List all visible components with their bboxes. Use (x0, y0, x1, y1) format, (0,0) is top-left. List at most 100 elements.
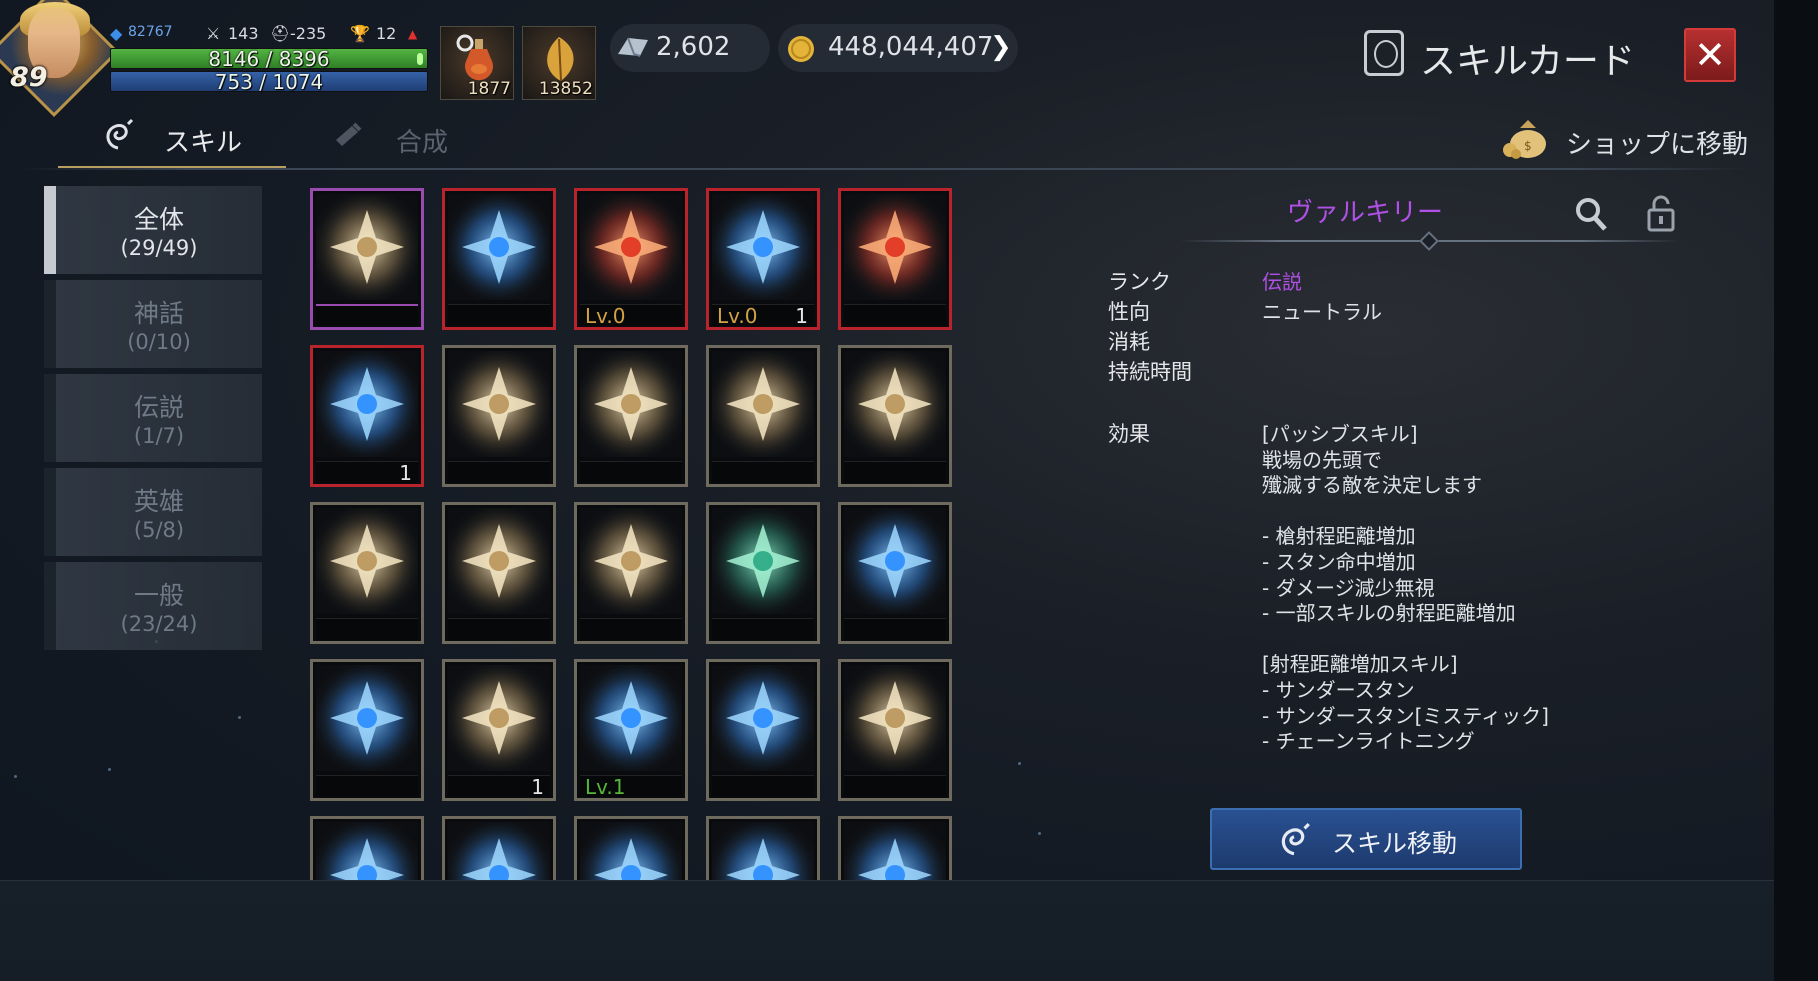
skill-card[interactable] (706, 659, 820, 801)
category-common[interactable]: 一般 (23/24) (44, 562, 262, 650)
spear-burst-icon (844, 665, 946, 771)
skill-card[interactable] (838, 816, 952, 880)
star-circle-icon (448, 665, 550, 771)
red-lightning-fist-icon (580, 194, 682, 300)
skill-card[interactable] (838, 345, 952, 487)
skill-card-footer (580, 618, 682, 640)
rank-value: 伝説 (1262, 270, 1302, 294)
skill-card[interactable] (574, 502, 688, 644)
winged-sword-icon (316, 194, 418, 300)
category-hero[interactable]: 英雄 (5/8) (44, 468, 262, 556)
skill-card[interactable] (574, 345, 688, 487)
tab-bar: スキル 合成 $ ショップに移動 (0, 110, 1774, 170)
window-title-text: スキルカード (1420, 41, 1635, 82)
skill-quantity: 1 (795, 304, 808, 328)
gold-currency[interactable]: 448,044,407 ❯ (778, 24, 1018, 72)
skill-card[interactable] (838, 659, 952, 801)
category-accent (44, 374, 56, 462)
tab-skill[interactable]: スキル (58, 110, 286, 168)
player-avatar[interactable]: 89 (0, 0, 120, 118)
category-legend[interactable]: 伝説 (1/7) (44, 374, 262, 462)
crystal-currency: 2,602 (610, 24, 770, 72)
crystal-icon (614, 34, 652, 64)
blue-shield-icon (580, 822, 682, 880)
skill-card[interactable]: Lv.0 1 (706, 188, 820, 330)
skill-card[interactable] (310, 816, 424, 880)
particle (14, 775, 17, 778)
category-accent (44, 280, 56, 368)
cost-label: 消耗 (1108, 330, 1150, 354)
close-button[interactable]: ✕ (1684, 28, 1736, 82)
category-accent (44, 468, 56, 556)
skill-card[interactable]: Lv.1 (574, 659, 688, 801)
effect-line: 殲滅する敵を決定します (1262, 473, 1482, 498)
skill-card[interactable]: 1 (442, 659, 556, 801)
blue-electric-fist-icon (316, 351, 418, 457)
skill-card[interactable] (442, 816, 556, 880)
skill-card[interactable] (574, 816, 688, 880)
hp-marker (417, 53, 423, 65)
rank-label: ランク (1108, 270, 1171, 294)
skill-card[interactable]: Lv.0 (574, 188, 688, 330)
close-icon: ✕ (1694, 33, 1726, 77)
chevron-right-icon: ❯ (990, 32, 1012, 62)
stat-row: ◆ 82767 ⚔ 143 ⛑ -235 🏆 12 ▲ (110, 24, 440, 44)
hp-potion-slot[interactable]: 1877 (440, 26, 514, 100)
skill-card[interactable]: 1 (310, 345, 424, 487)
skill-card-footer (580, 461, 682, 483)
bottom-band (0, 880, 1774, 981)
defense-value: -235 (290, 24, 327, 43)
tab-divider (20, 168, 1750, 170)
skill-card[interactable] (706, 502, 820, 644)
power-value: 82767 (128, 24, 173, 40)
skill-card[interactable] (706, 345, 820, 487)
skill-card-footer (844, 618, 946, 640)
skill-card[interactable] (310, 502, 424, 644)
category-all[interactable]: 全体 (29/49) (44, 186, 262, 274)
duration-label: 持続時間 (1108, 360, 1192, 384)
search-button[interactable] (1574, 196, 1608, 232)
category-mythic[interactable]: 神話 (0/10) (44, 280, 262, 368)
thunder-orb-icon (580, 665, 682, 771)
category-count: (23/24) (120, 612, 198, 636)
skill-card-footer (844, 461, 946, 483)
blue-ice-warrior-icon (316, 822, 418, 880)
skill-card-footer (448, 304, 550, 326)
trophy-icon: 🏆 (350, 24, 370, 43)
skill-move-button[interactable]: スキル移動 (1210, 808, 1522, 870)
lightning-bolt-icon (580, 351, 682, 457)
category-count: (5/8) (133, 518, 185, 542)
shop-link[interactable]: $ ショップに移動 (1500, 114, 1750, 164)
skill-card[interactable] (706, 816, 820, 880)
skill-card[interactable] (442, 188, 556, 330)
skill-card[interactable] (310, 659, 424, 801)
skill-card[interactable] (838, 188, 952, 330)
player-stats: ◆ 82767 ⚔ 143 ⛑ -235 🏆 12 ▲ 8146 / 8396 … (110, 22, 430, 94)
gold-value: 448,044,407 (828, 32, 994, 62)
alignment-value: ニュートラル (1262, 300, 1382, 324)
category-name: 全体 (133, 205, 184, 234)
skill-card-footer (448, 618, 550, 640)
hp-text: 8146 / 8396 (208, 47, 330, 71)
blue-wing-strike-icon (448, 194, 550, 300)
search-icon (1576, 198, 1607, 231)
tab-synthesis-label: 合成 (396, 128, 449, 158)
dragon-swirl-icon (580, 508, 682, 614)
skill-card[interactable] (442, 502, 556, 644)
alignment-label: 性向 (1108, 300, 1150, 324)
lightning-spear-icon (712, 665, 814, 771)
skill-card[interactable] (442, 345, 556, 487)
skill-card-footer (844, 775, 946, 797)
skill-card[interactable] (838, 502, 952, 644)
swirl-icon (1274, 822, 1314, 860)
sword-icon: ⚔ (206, 24, 221, 43)
tab-synthesis[interactable]: 合成 (300, 110, 500, 168)
skill-card-icon (1364, 30, 1404, 76)
leaf-item-slot[interactable]: 13852 (522, 26, 596, 100)
lock-button[interactable] (1646, 194, 1676, 232)
category-accent (44, 186, 56, 274)
particle (1038, 832, 1041, 835)
particle (238, 716, 241, 719)
skill-card[interactable] (310, 188, 424, 330)
shield-icon (448, 351, 550, 457)
